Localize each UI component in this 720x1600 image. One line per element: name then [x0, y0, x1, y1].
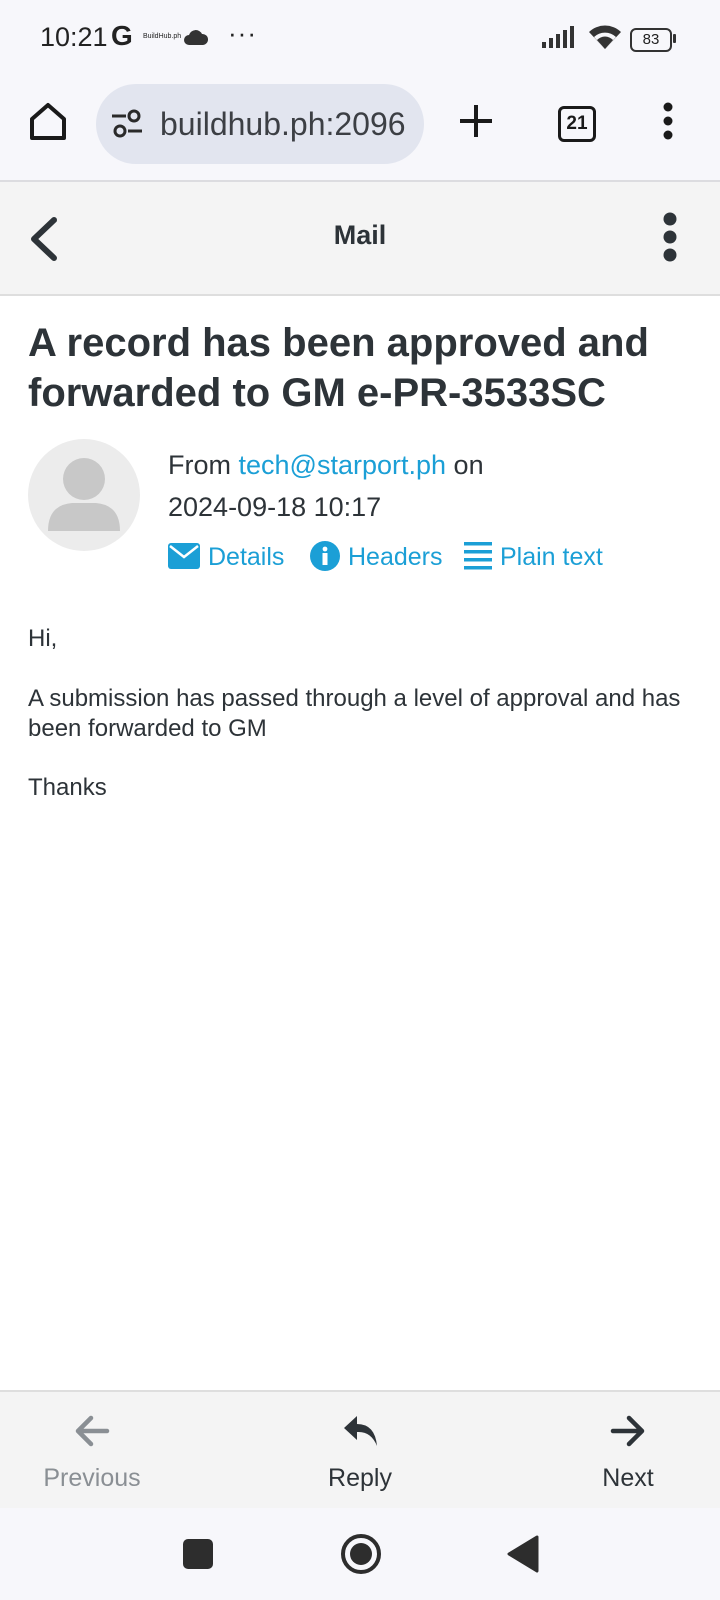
status-bar: 10:21 G BuildHub.ph ··· 83 [0, 0, 720, 78]
browser-toolbar: buildhub.ph:2096 21 [0, 78, 720, 182]
cloud-icon [183, 28, 209, 51]
details-label: Details [208, 543, 285, 571]
sender-avatar [28, 439, 140, 551]
info-icon [310, 541, 340, 572]
home-circle-icon[interactable] [340, 1533, 382, 1580]
more-notifications-icon: ··· [228, 18, 257, 48]
reply-icon [344, 1416, 377, 1446]
envelope-icon [168, 543, 200, 570]
site-settings-icon[interactable] [110, 106, 144, 145]
bottom-navigation: Previous Reply Next [0, 1390, 720, 1510]
email-closing: Thanks [28, 774, 107, 801]
notification-app-text: BuildHub.ph [143, 33, 182, 40]
url-text: buildhub.ph:2096 [160, 106, 406, 142]
reply-label: Reply [328, 1464, 392, 1492]
email-subject: A record has been approved and forwarded… [28, 321, 649, 415]
previous-button[interactable]: Previous [0, 1392, 192, 1510]
system-navigation-bar [0, 1508, 720, 1600]
mail-header-title: Mail [333, 220, 387, 250]
new-tab-icon[interactable] [458, 103, 494, 144]
arrow-left-icon [75, 1415, 110, 1447]
more-options-icon[interactable] [662, 212, 678, 267]
headers-button[interactable]: Headers [310, 541, 443, 573]
person-icon [48, 458, 120, 531]
recent-apps-icon[interactable] [182, 1538, 214, 1575]
home-icon[interactable] [28, 101, 68, 141]
email-paragraph: A submission has passed through a level … [28, 685, 681, 742]
status-time: 10:21 [40, 22, 108, 52]
reply-button[interactable]: Reply [260, 1392, 460, 1510]
google-icon: G [111, 20, 133, 51]
plain-text-label: Plain text [500, 543, 603, 571]
headers-label: Headers [348, 543, 443, 571]
on-label: on [453, 450, 484, 480]
mail-header: Mail [0, 182, 720, 296]
email-date: 2024-09-18 10:17 [168, 492, 382, 522]
next-button[interactable]: Next [528, 1392, 720, 1510]
arrow-right-icon [610, 1415, 645, 1447]
from-line: From tech@starport.ph on [168, 450, 484, 481]
wifi-icon [588, 24, 622, 55]
from-label: From [168, 450, 231, 480]
cell-signal-icon [542, 26, 576, 53]
text-lines-icon [464, 542, 492, 570]
email-greeting: Hi, [28, 625, 58, 652]
battery-indicator: 83 [630, 28, 672, 52]
next-label: Next [602, 1464, 654, 1492]
battery-tip [673, 34, 676, 43]
url-bar[interactable]: buildhub.ph:2096 [96, 84, 424, 164]
previous-label: Previous [43, 1464, 141, 1492]
tab-switcher-button[interactable]: 21 [558, 106, 596, 142]
back-triangle-icon[interactable] [506, 1535, 540, 1578]
plain-text-button[interactable]: Plain text [464, 542, 603, 573]
sender-email-link[interactable]: tech@starport.ph [239, 450, 447, 480]
details-button[interactable]: Details [168, 543, 284, 572]
browser-menu-icon[interactable] [662, 102, 674, 145]
